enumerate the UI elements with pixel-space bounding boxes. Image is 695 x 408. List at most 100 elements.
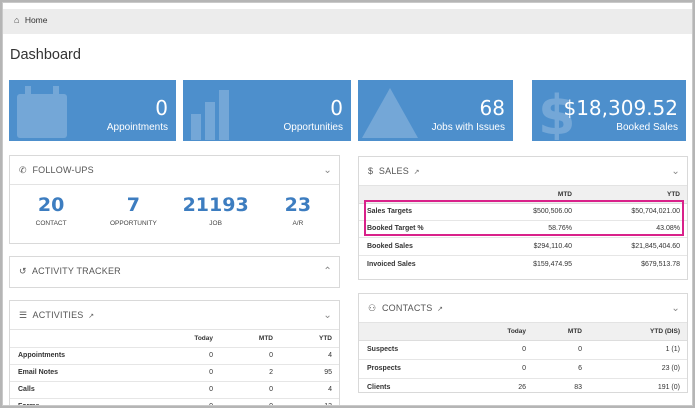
tile-opportunities[interactable]: 0 Opportunities [183, 80, 351, 141]
cell-today: 26 [489, 377, 533, 392]
tile-appointments[interactable]: 0 Appointments [9, 80, 176, 141]
cell-mtd: 0 [220, 380, 280, 398]
stat-label: JOB [209, 220, 222, 227]
stat-label: CONTACT [35, 220, 67, 227]
panel-header[interactable]: ⚇ CONTACTS ↗ ⌄ [359, 294, 687, 323]
dollar-icon: $ [368, 166, 374, 177]
bar-chart-icon [191, 90, 229, 140]
cell-ytd: $679,513.78 [579, 254, 687, 273]
followup-ar[interactable]: 23 A/R [257, 194, 339, 227]
cell-mtd: 2 [220, 363, 280, 381]
list-icon: ☰ [19, 310, 28, 321]
app-frame: ⌂ Home Dashboard 0 Appointments 0 Opport… [2, 2, 693, 406]
cell-ytd: 1 (1) [589, 339, 687, 359]
row-label: Clients [359, 377, 489, 392]
row-label: Prospects [359, 358, 489, 378]
followup-job[interactable]: 21193 JOB [175, 194, 257, 227]
cell-ytd: 191 (0) [589, 377, 687, 392]
followups-panel: ✆ FOLLOW-UPS ⌄ 20 CONTACT 7 OPPORTUNITY … [9, 155, 340, 244]
column-header: YTD [319, 334, 332, 342]
phone-icon: ✆ [19, 165, 27, 176]
contacts-panel: ⚇ CONTACTS ↗ ⌄ Today MTD YTD (DIS) Suspe… [358, 293, 688, 393]
stat-value: 7 [126, 194, 140, 216]
panel-header[interactable]: ✆ FOLLOW-UPS ⌄ [10, 156, 339, 185]
table-row[interactable]: Prospects 0 6 23 (0) [359, 358, 687, 378]
chevron-down-icon[interactable]: ⌄ [671, 294, 680, 323]
table-row[interactable]: Calls 0 0 4 [10, 380, 339, 398]
history-icon: ↺ [19, 266, 27, 277]
panel-title: FOLLOW-UPS [32, 165, 94, 175]
home-icon[interactable]: ⌂ [14, 15, 19, 25]
warning-icon [362, 88, 418, 138]
chevron-down-icon[interactable]: ⌄ [323, 301, 332, 330]
row-label: Booked Sales [359, 236, 489, 255]
row-label: Email Notes [10, 363, 160, 381]
tile-value: 68 [479, 96, 505, 120]
panel-title: SALES [378, 166, 409, 176]
external-link-icon[interactable]: ↗ [437, 306, 443, 313]
external-link-icon[interactable]: ↗ [88, 313, 94, 320]
stat-value: 20 [37, 194, 65, 216]
calendar-icon [17, 86, 67, 138]
tile-label: Appointments [106, 122, 168, 133]
contacts-table: Today MTD YTD (DIS) Suspects 0 0 1 (1) P… [359, 323, 687, 392]
tile-value: 0 [330, 96, 343, 120]
tile-value: 0 [155, 96, 168, 120]
panel-title: ACTIVITY TRACKER [31, 266, 121, 276]
cell-mtd: 83 [533, 377, 589, 392]
cell-ytd: 95 [280, 363, 339, 381]
breadcrumb: ⌂ Home [3, 9, 692, 34]
column-header: Today [194, 334, 213, 342]
cell-ytd: 4 [280, 380, 339, 398]
cell-mtd: $294,110.40 [489, 236, 579, 255]
cell-today: 0 [160, 380, 220, 398]
panel-header[interactable]: ☰ ACTIVITIES ↗ ⌄ [10, 301, 339, 330]
table-row[interactable]: Suspects 0 0 1 (1) [359, 339, 687, 359]
cell-today: 0 [160, 346, 220, 364]
table-row[interactable]: Forms 0 0 13 [10, 397, 339, 405]
tile-label: Jobs with Issues [431, 122, 505, 133]
column-header [10, 330, 160, 347]
activities-table: Today MTD YTD Appointments 0 0 4 Email N… [10, 330, 339, 405]
chevron-up-icon[interactable]: ⌃ [323, 257, 332, 286]
followup-opportunity[interactable]: 7 OPPORTUNITY [92, 194, 174, 227]
row-label: Invoiced Sales [359, 254, 489, 273]
external-link-icon[interactable]: ↗ [414, 169, 420, 176]
activities-panel: ☰ ACTIVITIES ↗ ⌄ Today MTD YTD Appointme… [9, 300, 340, 405]
cell-mtd: 6 [533, 358, 589, 378]
table-row[interactable]: Booked Sales $294,110.40 $21,845,404.60 [359, 236, 687, 255]
tile-label: Booked Sales [616, 122, 678, 133]
panel-title: ACTIVITIES [32, 310, 84, 320]
table-row[interactable]: Email Notes 0 2 95 [10, 363, 339, 381]
table-row[interactable]: Invoiced Sales $159,474.95 $679,513.78 [359, 254, 687, 273]
highlight-box [364, 200, 684, 236]
cell-mtd: $159,474.95 [489, 254, 579, 273]
row-label: Forms [10, 397, 160, 405]
stat-value: 21193 [182, 194, 249, 216]
page-title: Dashboard [10, 47, 81, 63]
column-header [359, 323, 489, 341]
chevron-down-icon[interactable]: ⌄ [323, 156, 332, 185]
tile-value: $18,309.52 [563, 96, 678, 120]
panel-header[interactable]: $ SALES ↗ ⌄ [359, 157, 687, 186]
table-row[interactable]: Clients 26 83 191 (0) [359, 377, 687, 392]
stat-value: 23 [284, 194, 312, 216]
cell-mtd: 0 [220, 397, 280, 405]
column-header: MTD [533, 323, 589, 341]
cell-today: 0 [489, 358, 533, 378]
stat-label: A/R [292, 220, 304, 227]
tile-jobs-with-issues[interactable]: 68 Jobs with Issues [358, 80, 513, 141]
cell-today: 0 [160, 397, 220, 405]
column-header: Today [489, 323, 533, 341]
tile-booked-sales[interactable]: $ $18,309.52 Booked Sales [532, 80, 686, 141]
chevron-down-icon[interactable]: ⌄ [671, 157, 680, 186]
table-row[interactable]: Appointments 0 0 4 [10, 346, 339, 364]
followup-contact[interactable]: 20 CONTACT [10, 194, 92, 227]
row-label: Appointments [10, 346, 160, 364]
cell-today: 0 [160, 363, 220, 381]
panel-header[interactable]: ↺ ACTIVITY TRACKER ⌃ [10, 257, 339, 286]
cell-ytd: 4 [280, 346, 339, 364]
breadcrumb-home-link[interactable]: Home [25, 15, 48, 25]
panel-title: CONTACTS [381, 303, 433, 313]
column-header: YTD (DIS) [589, 323, 687, 341]
